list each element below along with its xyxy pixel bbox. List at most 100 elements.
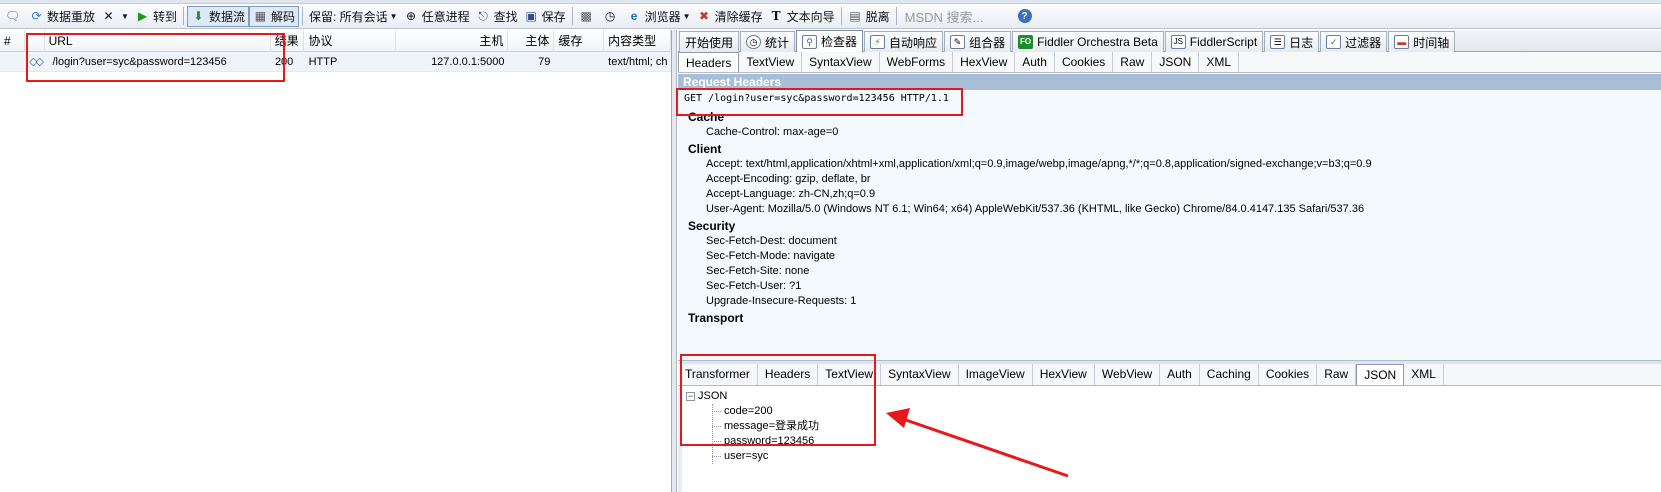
annotation-box-json <box>680 354 876 446</box>
browser-icon: e <box>630 8 638 23</box>
tab-label: 开始使用 <box>685 35 734 50</box>
request-tab-headers[interactable]: Headers <box>678 52 740 72</box>
tab-composer[interactable]: ✎ 组合器 <box>944 31 1012 52</box>
response-tab-webview[interactable]: WebView <box>1095 364 1161 385</box>
column-header-caching[interactable]: 缓存 <box>554 30 605 52</box>
request-tab-hexview[interactable]: HexView <box>953 52 1016 72</box>
cell-host: 127.0.0.1:5000 <box>431 56 505 68</box>
timer-button[interactable]: ◷ <box>600 6 624 27</box>
response-tab-cookies[interactable]: Cookies <box>1259 364 1318 385</box>
help-icon[interactable]: ? <box>1017 9 1032 23</box>
go-button[interactable]: ▶ 转到 <box>132 6 180 27</box>
tearoff-label: 脱离 <box>865 9 890 24</box>
replay-label: 数据重放 <box>47 9 96 24</box>
request-tab-cookies[interactable]: Cookies <box>1055 52 1114 72</box>
go-icon: ▶ <box>137 8 148 23</box>
toolbar-divider <box>182 7 184 25</box>
tab-log[interactable]: ☰ 日志 <box>1264 31 1320 52</box>
toolbar-divider <box>301 7 303 25</box>
request-tab-webforms[interactable]: WebForms <box>880 52 954 72</box>
tab-label: 组合器 <box>969 35 1006 50</box>
response-tab-imageview[interactable]: ImageView <box>959 364 1033 385</box>
clear-cache-label: 清除缓存 <box>714 9 763 24</box>
toolbar-divider <box>571 7 573 25</box>
decode-button[interactable]: ▦ 解码 <box>248 5 299 27</box>
log-icon: ☰ <box>1270 35 1286 49</box>
tearoff-icon: ▤ <box>849 8 861 23</box>
tearoff-button[interactable]: ▤ 脱离 <box>845 6 893 27</box>
column-header-content-type[interactable]: 内容类型 <box>604 30 671 52</box>
tab-label: 统计 <box>765 35 790 50</box>
column-header-number[interactable]: # <box>0 30 26 52</box>
column-header-body[interactable]: 主体 <box>508 30 555 52</box>
tab-fiddler-orchestra[interactable]: FO Fiddler Orchestra Beta <box>1012 31 1164 52</box>
tab-label: FiddlerScript <box>1189 35 1258 49</box>
request-tab-xml[interactable]: XML <box>1199 52 1240 72</box>
comment-button[interactable]: 🗨 <box>2 6 26 27</box>
find-button[interactable]: ⎋ 查找 <box>473 6 521 27</box>
stream-button[interactable]: ⬇ 数据流 <box>186 5 249 27</box>
tab-label: 自动响应 <box>889 35 938 50</box>
annotation-box-url <box>26 33 285 82</box>
response-tab-syntaxview[interactable]: SyntaxView <box>881 364 959 385</box>
camera-icon: ▩ <box>580 8 592 23</box>
response-tab-auth[interactable]: Auth <box>1160 364 1200 385</box>
any-process-button[interactable]: ⊕ 任意进程 <box>401 6 473 27</box>
filter-check-icon: ✓ <box>1326 35 1342 49</box>
column-header-host[interactable]: 主机 <box>396 30 509 52</box>
decode-label: 解码 <box>270 9 295 24</box>
tab-label: 检查器 <box>821 35 858 49</box>
request-tab-auth[interactable]: Auth <box>1015 52 1055 72</box>
decode-icon: ▦ <box>254 8 267 23</box>
script-icon: JS <box>1170 35 1186 49</box>
tab-statistics[interactable]: ◷ 统计 <box>740 31 796 52</box>
tab-get-started[interactable]: 开始使用 <box>679 31 740 52</box>
screenshot-button[interactable]: ▩ <box>576 6 600 27</box>
replay-button[interactable]: ⟳ 数据重放 <box>26 6 98 27</box>
response-tab-json[interactable]: JSON <box>1356 364 1405 385</box>
request-tab-raw[interactable]: Raw <box>1113 52 1153 72</box>
clear-cache-button[interactable]: ✖ 清除缓存 <box>694 6 766 27</box>
stream-icon: ⬇ <box>193 8 204 23</box>
toolbar-divider <box>840 7 842 25</box>
remove-icon: ✕ <box>103 8 114 23</box>
response-tab-xml[interactable]: XML <box>1404 364 1444 385</box>
remove-button[interactable]: ✕ ▼ <box>98 6 132 27</box>
header-item: Sec-Fetch-Mode: navigate <box>706 250 836 262</box>
tab-label: 时间轴 <box>1413 35 1450 50</box>
header-group-security[interactable]: Security <box>678 219 1661 234</box>
tab-fiddlerscript[interactable]: JS FiddlerScript <box>1164 31 1264 52</box>
any-process-label: 任意进程 <box>421 9 470 24</box>
header-item: Sec-Fetch-User: ?1 <box>706 280 802 292</box>
keep-sessions-dropdown[interactable]: 保留: 所有会话 ▼ <box>306 6 401 27</box>
browser-button[interactable]: e 浏览器 ▼ <box>624 6 694 27</box>
timer-icon: ◷ <box>604 8 616 23</box>
response-tab-hexview[interactable]: HexView <box>1033 364 1095 385</box>
msdn-search-input[interactable]: MSDN 搜索... <box>900 7 1010 26</box>
session-list: # URL 结果 协议 主机 主体 缓存 内容类型 ◇◇ /login?user… <box>0 30 672 492</box>
header-group-transport[interactable]: Transport <box>678 311 1661 326</box>
text-wizard-button[interactable]: T 文本向导 <box>766 6 838 27</box>
go-label: 转到 <box>152 9 177 24</box>
fo-icon: FO <box>1018 35 1034 49</box>
response-tab-caching[interactable]: Caching <box>1200 364 1259 385</box>
save-button[interactable]: ▣ 保存 <box>521 6 569 27</box>
header-item: Accept-Encoding: gzip, deflate, br <box>706 173 871 185</box>
header-group-client[interactable]: Client <box>678 142 1661 157</box>
tab-timeline[interactable]: ▬ 时间轴 <box>1388 31 1456 52</box>
speech-bubble-icon: 🗨 <box>5 8 21 23</box>
clear-cache-icon: ✖ <box>699 8 710 23</box>
request-tab-json[interactable]: JSON <box>1152 52 1200 72</box>
column-header-protocol[interactable]: 协议 <box>304 30 396 52</box>
tab-label: 过滤器 <box>1345 35 1382 50</box>
json-tree-node[interactable]: user=syc <box>682 449 1661 464</box>
tab-filters[interactable]: ✓ 过滤器 <box>1320 31 1388 52</box>
request-tab-syntaxview[interactable]: SyntaxView <box>802 52 880 72</box>
response-tab-raw[interactable]: Raw <box>1317 364 1357 385</box>
header-item: Cache-Control: max-age=0 <box>706 126 839 138</box>
request-tab-textview[interactable]: TextView <box>739 52 803 72</box>
tab-inspectors[interactable]: ⚲ 检查器 <box>796 30 864 52</box>
tab-autoresponder[interactable]: ⚡ 自动响应 <box>864 31 944 52</box>
chevron-down-icon: ▼ <box>682 11 691 21</box>
browser-label: 浏览器 <box>644 9 681 24</box>
